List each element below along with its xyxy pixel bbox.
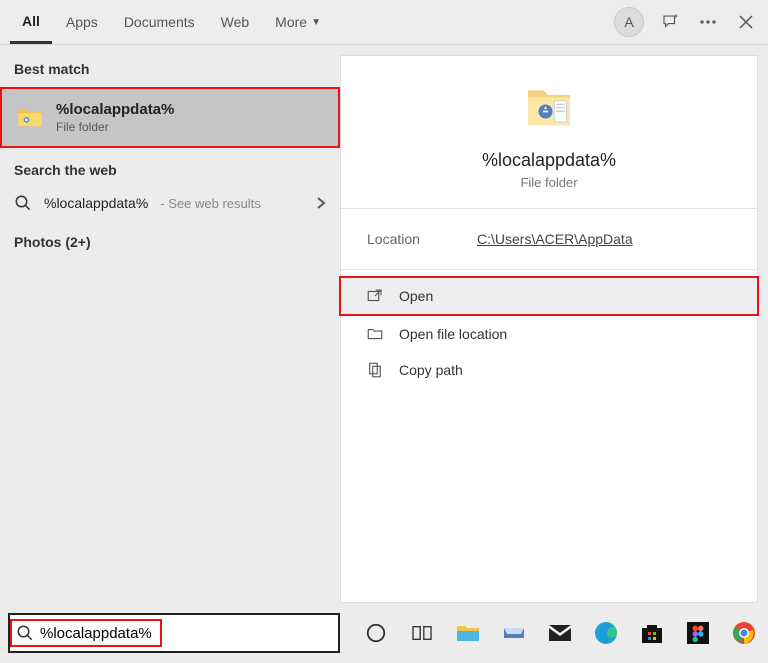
preview-subtitle: File folder	[520, 175, 577, 190]
taskbar-figma-icon[interactable]	[684, 619, 712, 647]
chevron-down-icon: ▼	[311, 17, 321, 28]
best-match-header: Best match	[0, 55, 340, 83]
tab-documents[interactable]: Documents	[112, 0, 207, 44]
more-options-icon[interactable]	[696, 10, 720, 34]
best-match-item[interactable]: %localappdata% File folder	[0, 87, 340, 148]
open-icon	[365, 286, 385, 306]
action-open[interactable]: Open	[339, 276, 759, 316]
user-avatar[interactable]: A	[614, 7, 644, 37]
taskbar	[0, 603, 768, 663]
location-path-link[interactable]: C:\Users\ACER\AppData	[477, 231, 633, 247]
action-copy-path[interactable]: Copy path	[341, 352, 757, 388]
photos-header[interactable]: Photos (2+)	[0, 228, 340, 256]
results-panel: Best match %localappdata% File folder Se…	[0, 45, 340, 603]
tab-all[interactable]: All	[10, 0, 52, 44]
taskbar-taskview-icon[interactable]	[408, 619, 436, 647]
action-open-location[interactable]: Open file location	[341, 316, 757, 352]
folder-large-icon	[521, 80, 577, 136]
search-box[interactable]	[8, 613, 340, 653]
taskbar-chrome-icon[interactable]	[730, 619, 758, 647]
folder-icon	[16, 104, 44, 132]
close-icon[interactable]	[734, 10, 758, 34]
chevron-right-icon	[316, 196, 326, 210]
feedback-icon[interactable]	[658, 10, 682, 34]
best-match-subtitle: File folder	[56, 120, 174, 134]
search-icon	[16, 624, 34, 642]
copy-icon	[365, 360, 385, 380]
taskbar-cortana-icon[interactable]	[362, 619, 390, 647]
web-search-item[interactable]: %localappdata% - See web results	[0, 184, 340, 222]
folder-location-icon	[365, 324, 385, 344]
taskbar-mail-icon[interactable]	[546, 619, 574, 647]
top-tab-bar: All Apps Documents Web More ▼ A	[0, 0, 768, 45]
search-input[interactable]	[40, 625, 332, 642]
web-search-hint: - See web results	[160, 196, 260, 211]
taskbar-edge-icon[interactable]	[592, 619, 620, 647]
action-open-label: Open	[399, 288, 433, 304]
action-open-location-label: Open file location	[399, 326, 507, 342]
taskbar-explorer-icon[interactable]	[454, 619, 482, 647]
tab-apps[interactable]: Apps	[54, 0, 110, 44]
preview-card: %localappdata% File folder Location C:\U…	[340, 55, 758, 603]
taskbar-teams-icon[interactable]	[500, 619, 528, 647]
tab-more-label: More	[275, 14, 307, 30]
preview-title: %localappdata%	[482, 150, 616, 171]
search-web-header: Search the web	[0, 156, 340, 184]
search-icon	[14, 194, 32, 212]
actions-list: Open Open file location Copy path	[341, 270, 757, 394]
web-search-term: %localappdata%	[44, 195, 148, 211]
tab-more[interactable]: More ▼	[263, 0, 333, 44]
tab-web[interactable]: Web	[209, 0, 262, 44]
best-match-title: %localappdata%	[56, 101, 174, 118]
action-copy-path-label: Copy path	[399, 362, 463, 378]
taskbar-store-icon[interactable]	[638, 619, 666, 647]
location-label: Location	[367, 231, 477, 247]
